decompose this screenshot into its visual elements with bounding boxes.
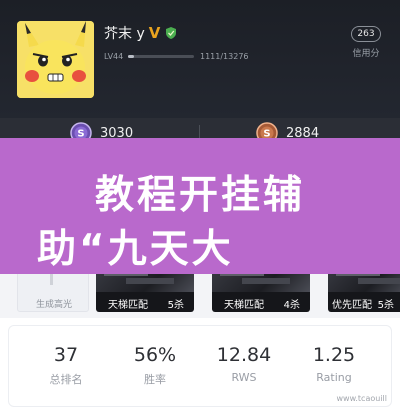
highlight-mode: 天梯匹配 bbox=[108, 300, 148, 311]
highlight-thumbnail-tag bbox=[242, 278, 290, 284]
highlight-mode: 天梯匹配 bbox=[224, 300, 264, 311]
profile-header: 芥末 y V LV44 1111/13276 263 信用分 bbox=[0, 0, 400, 118]
stat-value: 1.25 bbox=[312, 344, 356, 366]
highlight-thumbnail-tag bbox=[358, 278, 400, 284]
highlight-thumbnail-tag bbox=[126, 278, 174, 284]
xp-progress-fill bbox=[128, 54, 134, 58]
highlight-mode: 优先匹配 bbox=[332, 300, 372, 311]
stat-rws: 12.84 RWS bbox=[199, 344, 289, 384]
pikachu-avatar-icon bbox=[17, 21, 94, 98]
stat-label: Rating bbox=[316, 371, 352, 384]
stat-value: 56% bbox=[133, 344, 177, 366]
level-text: LV44 bbox=[104, 51, 124, 61]
generate-highlight-label: 生成高光 bbox=[35, 300, 72, 310]
shield-badge-icon[interactable] bbox=[164, 26, 178, 40]
highlight-kills: 4杀 bbox=[283, 300, 300, 311]
xp-text: 1111/13276 bbox=[200, 51, 249, 61]
stats-card: 37 总排名 56% 胜率 12.84 RWS 1.25 Rating www.… bbox=[8, 325, 392, 407]
stat-total-rank: 37 总排名 bbox=[21, 344, 111, 387]
stat-win-rate: 56% 胜率 bbox=[110, 344, 200, 387]
promo-overlay-banner: 教程开挂辅 助“九天大 bbox=[0, 138, 400, 274]
stat-value: 37 bbox=[53, 344, 79, 366]
highlight-kills: 5杀 bbox=[377, 300, 394, 311]
name-row: 芥末 y V bbox=[104, 24, 178, 42]
level-row: LV44 1111/13276 bbox=[104, 50, 260, 62]
highlight-kills: 5杀 bbox=[167, 300, 184, 311]
stat-label: 胜率 bbox=[144, 373, 166, 386]
stat-label: RWS bbox=[231, 371, 257, 384]
xp-progress-bar bbox=[128, 54, 194, 58]
username[interactable]: 芥末 y bbox=[104, 23, 145, 43]
vip-badge[interactable]: V bbox=[149, 24, 161, 42]
banner-line-2: 助“九天大 bbox=[37, 227, 234, 272]
credit-score-badge[interactable]: 263 bbox=[351, 26, 381, 42]
user-avatar[interactable] bbox=[17, 21, 94, 98]
credit-score-label: 信用分 bbox=[352, 49, 380, 59]
watermark: www.tcaouill bbox=[336, 394, 387, 403]
banner-line-1: 教程开挂辅 bbox=[94, 173, 305, 218]
stat-rating: 1.25 Rating bbox=[289, 344, 379, 384]
stat-value: 12.84 bbox=[216, 344, 272, 366]
stat-label: 总排名 bbox=[49, 373, 83, 386]
